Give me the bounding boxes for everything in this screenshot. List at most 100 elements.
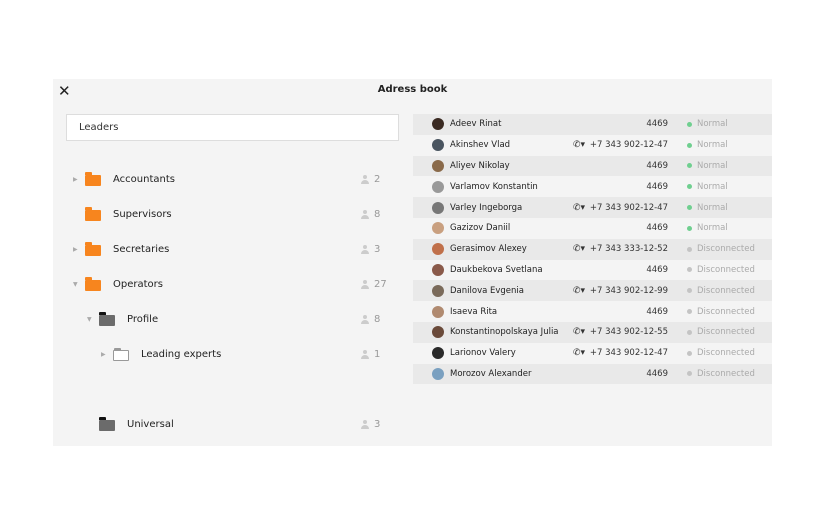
member-count: 3 <box>361 419 380 430</box>
folder-icon <box>85 207 101 221</box>
contact-name: Akinshev Vlad <box>450 140 511 151</box>
avatar <box>432 118 444 131</box>
person-icon <box>361 209 369 219</box>
member-count: 27 <box>361 279 387 290</box>
contact-row[interactable]: Gazizov Daniil 4469 Normal <box>413 218 772 239</box>
chevron-right-icon[interactable]: ▶ <box>73 176 78 183</box>
status-badge: Normal <box>687 203 728 213</box>
phone-dropdown-icon[interactable]: ✆▾ <box>573 286 585 296</box>
contact-row[interactable]: Akinshev Vlad ✆▾ +7 343 902-12-47 Normal <box>413 135 772 156</box>
phone-dropdown-icon[interactable]: ✆▾ <box>573 203 585 213</box>
tree-item[interactable]: ▼ Operators 27 <box>53 274 387 294</box>
contact-number: 4469 <box>646 306 668 317</box>
chevron-down-icon[interactable]: ▼ <box>73 281 78 288</box>
status-badge: Normal <box>687 182 728 192</box>
tree-item-label: Universal <box>127 418 174 430</box>
avatar <box>432 347 444 360</box>
phone-dropdown-icon[interactable]: ✆▾ <box>573 244 585 254</box>
avatar <box>432 139 444 152</box>
status-dot-icon <box>687 205 692 211</box>
chevron-right-icon[interactable]: ▶ <box>73 246 78 253</box>
contact-row[interactable]: Gerasimov Alexey ✆▾ +7 343 333-12-52 Dis… <box>413 238 772 260</box>
member-count: 8 <box>361 209 380 220</box>
contact-number: +7 343 902-12-47 <box>589 140 668 151</box>
contact-row[interactable]: Varlamov Konstantin 4469 Normal <box>413 176 772 197</box>
avatar <box>432 243 444 256</box>
folder-icon <box>113 348 129 361</box>
tree-item[interactable]: ▶ Secretaries 3 <box>53 239 383 259</box>
status-dot-icon <box>687 142 692 148</box>
person-icon <box>361 244 369 254</box>
contact-name: Aliyev Nikolay <box>450 160 510 171</box>
contact-row[interactable]: Isaeva Rita 4469 Disconnected <box>413 301 772 322</box>
contact-number: 4469 <box>646 181 668 192</box>
contact-row[interactable]: Daukbekova Svetlana 4469 Disconnected <box>413 260 772 281</box>
status-badge: Normal <box>687 140 728 150</box>
person-icon <box>361 279 369 289</box>
phone-dropdown-icon[interactable]: ✆▾ <box>573 348 585 358</box>
chevron-down-icon[interactable]: ▼ <box>87 316 92 323</box>
tree-item-label: Leading experts <box>141 348 222 360</box>
contact-name: Gerasimov Alexey <box>450 244 527 255</box>
tree-item[interactable]: ▼ Profile 8 <box>53 309 383 329</box>
chevron-right-icon[interactable]: ▶ <box>101 351 106 358</box>
status-badge: Normal <box>687 161 728 171</box>
contact-row[interactable]: Larionov Valery ✆▾ +7 343 902-12-47 Disc… <box>413 343 772 364</box>
status-dot-icon <box>687 371 692 377</box>
contact-row[interactable]: Morozov Alexander 4469 Disconnected <box>413 363 772 385</box>
tree-item-label: Operators <box>113 278 163 290</box>
avatar <box>432 263 444 276</box>
avatar <box>432 326 444 339</box>
tree-item[interactable]: ▶ Leading experts 1 <box>53 344 383 364</box>
status-badge: Disconnected <box>687 369 755 379</box>
phone-dropdown-icon[interactable]: ✆▾ <box>573 140 585 150</box>
contact-row[interactable]: Aliyev Nikolay 4469 Normal <box>413 155 772 177</box>
contact-row[interactable]: Varley Ingeborga ✆▾ +7 343 902-12-47 Nor… <box>413 197 772 218</box>
contact-number: 4469 <box>646 160 668 171</box>
contact-name: Varley Ingeborga <box>450 202 523 213</box>
search-input[interactable] <box>66 114 399 141</box>
person-icon <box>361 419 369 429</box>
status-badge: Disconnected <box>687 286 755 296</box>
folder-icon <box>85 172 101 186</box>
avatar <box>432 305 444 318</box>
status-badge: Disconnected <box>687 244 755 254</box>
status-badge: Disconnected <box>687 307 755 317</box>
status-dot-icon <box>687 309 692 315</box>
status-dot-icon <box>687 225 692 231</box>
contact-row[interactable]: Adeev Rinat 4469 Normal <box>413 114 772 135</box>
status-dot-icon <box>687 163 692 169</box>
tree-item[interactable]: Universal 3 <box>53 414 383 434</box>
contact-name: Gazizov Daniil <box>450 223 511 234</box>
dialog-title: Adress book <box>377 84 448 95</box>
folder-icon <box>99 417 115 431</box>
phone-dropdown-icon[interactable]: ✆▾ <box>573 327 585 337</box>
status-dot-icon <box>687 246 692 252</box>
member-count: 2 <box>361 174 380 185</box>
status-dot-icon <box>687 288 692 294</box>
contact-row[interactable]: Danilova Evgenia ✆▾ +7 343 902-12-99 Dis… <box>413 280 772 302</box>
tree-item[interactable]: Supervisors 8 <box>53 204 383 224</box>
avatar <box>432 180 444 193</box>
contact-list: Adeev Rinat 4469 Normal Akinshev Vlad ✆▾… <box>413 114 772 385</box>
tree-item-label: Accountants <box>113 173 175 185</box>
status-dot-icon <box>687 350 692 356</box>
contact-number: 4469 <box>646 223 668 234</box>
avatar <box>432 367 444 380</box>
avatar <box>432 222 444 235</box>
contact-number: 4469 <box>646 264 668 275</box>
contact-number: +7 343 333-12-52 <box>589 244 668 255</box>
status-dot-icon <box>687 184 692 190</box>
tree-item[interactable]: ▶ Accountants 2 <box>53 169 383 189</box>
contact-name: Adeev Rinat <box>450 119 502 130</box>
person-icon <box>361 174 369 184</box>
contact-row[interactable]: Konstantinopolskaya Julia ✆▾ +7 343 902-… <box>413 321 772 343</box>
contact-name: Konstantinopolskaya Julia <box>450 327 559 338</box>
avatar <box>432 201 444 214</box>
contact-number: 4469 <box>646 368 668 379</box>
contact-number: +7 343 902-12-99 <box>589 285 668 296</box>
status-dot-icon <box>687 267 692 273</box>
folder-icon <box>85 277 101 291</box>
contact-number: +7 343 902-12-47 <box>589 202 668 213</box>
contact-number: 4469 <box>646 119 668 130</box>
